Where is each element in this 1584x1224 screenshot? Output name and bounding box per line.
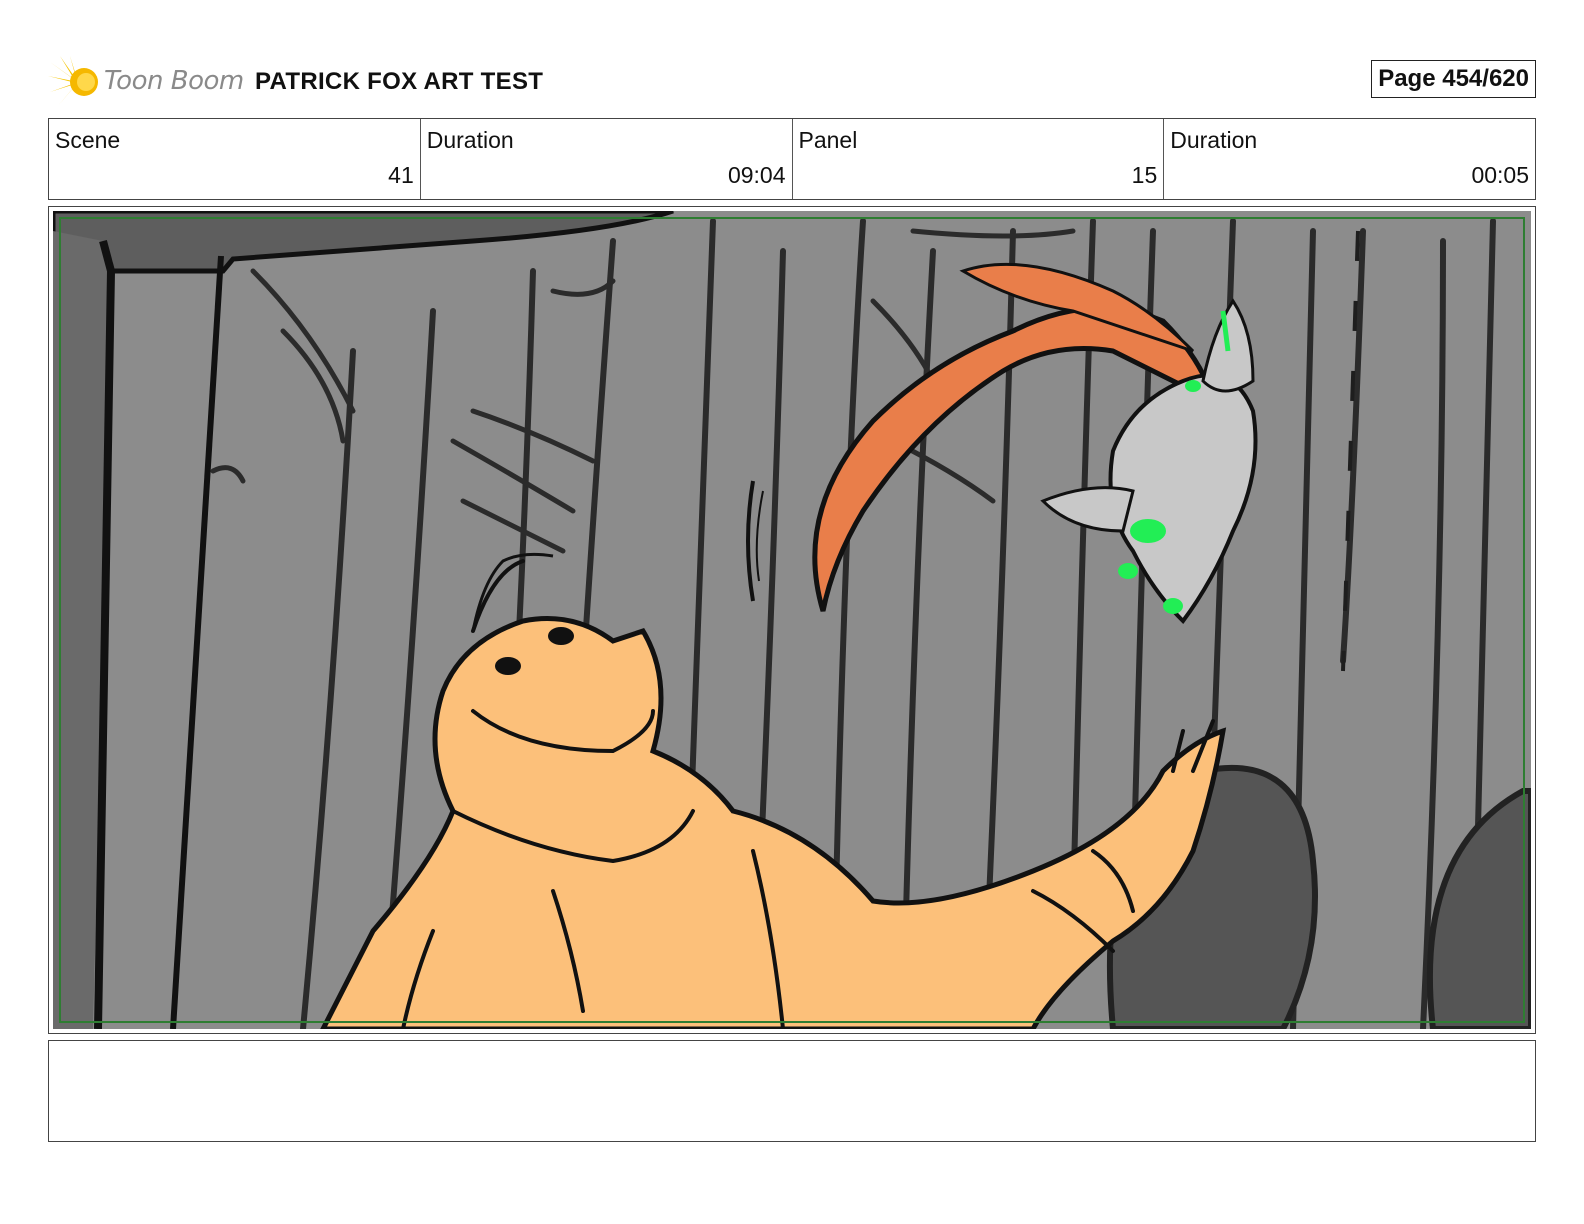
panel-duration-cell: Duration 00:05	[1164, 119, 1535, 199]
scene-label: Scene	[55, 127, 121, 153]
panel-duration-label: Duration	[1170, 127, 1258, 153]
panel-drawing	[53, 211, 1531, 1029]
panel-info-table: Scene 41 Duration 09:04 Panel 15 Duratio…	[48, 118, 1536, 200]
panel-cell: Panel 15	[793, 119, 1165, 199]
storyboard-sketch	[53, 211, 1531, 1029]
dialogue-notes-box	[48, 1040, 1536, 1142]
page-header: Toon Boom PATRICK FOX ART TEST Page 454/…	[48, 52, 1536, 112]
scene-value: 41	[388, 162, 414, 188]
panel-value: 15	[1131, 162, 1158, 188]
document-title: PATRICK FOX ART TEST	[255, 68, 544, 95]
scene-cell: Scene 41	[49, 119, 421, 199]
sunburst-icon	[48, 56, 98, 106]
storyboard-frame	[48, 206, 1536, 1034]
panel-duration-value: 00:05	[1471, 162, 1529, 188]
page-indicator: Page 454/620	[1371, 60, 1536, 98]
scene-duration-cell: Duration 09:04	[421, 119, 793, 199]
panel-label: Panel	[798, 127, 858, 153]
scene-duration-label: Duration	[426, 127, 514, 153]
logo-text: Toon Boom	[104, 66, 244, 96]
toon-boom-logo: Toon Boom	[48, 54, 244, 110]
scene-duration-value: 09:04	[727, 162, 786, 188]
